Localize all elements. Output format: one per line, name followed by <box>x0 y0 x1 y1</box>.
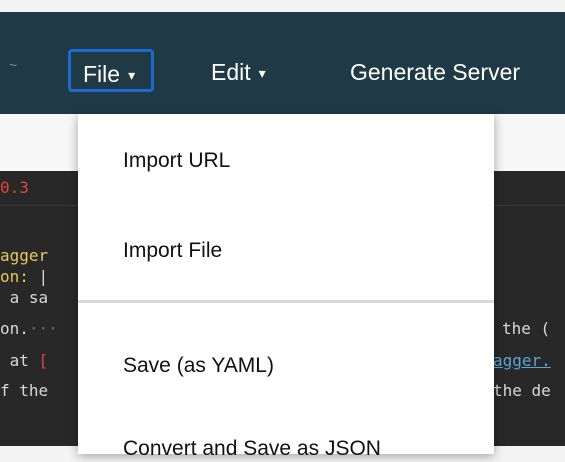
file-menu-label: File <box>83 61 121 87</box>
dropdown-item-import-file[interactable]: Import File <box>123 238 222 264</box>
top-strip <box>0 0 565 12</box>
file-dropdown-menu: Import URL Import File Save (as YAML) Co… <box>78 114 494 460</box>
editor-line: on.··· <box>0 319 58 338</box>
edit-menu-button[interactable]: Edit ▾ <box>211 58 266 89</box>
dropdown-divider <box>78 300 494 303</box>
editor-line: agger <box>0 246 49 265</box>
file-menu-label-wrap: File ▾ <box>83 60 135 91</box>
generate-server-menu-button[interactable]: Generate Server <box>350 58 520 86</box>
editor-line: at [ <box>0 351 49 370</box>
editor-line: 0.3 <box>0 178 29 197</box>
editor-line: on: | <box>0 267 49 286</box>
file-menu-button[interactable]: File ▾ <box>68 49 154 92</box>
menubar-edge-fragment: ~ <box>9 57 18 73</box>
chevron-down-icon: ▾ <box>258 65 266 81</box>
dropdown-item-save-yaml[interactable]: Save (as YAML) <box>123 353 274 379</box>
dropdown-item-convert-save-json[interactable]: Convert and Save as JSON <box>123 436 381 462</box>
edit-menu-label: Edit <box>211 59 251 85</box>
editor-line: f the <box>0 381 49 400</box>
top-menubar: ~ File ▾ Edit ▾ Generate Server <box>0 12 565 114</box>
editor-line: the de <box>493 381 551 400</box>
dropdown-item-import-url[interactable]: Import URL <box>123 148 230 174</box>
chevron-down-icon: ▾ <box>128 67 136 83</box>
editor-line: agger. <box>493 351 551 370</box>
editor-line: a sa <box>0 288 49 307</box>
editor-line: the ( <box>502 319 551 338</box>
